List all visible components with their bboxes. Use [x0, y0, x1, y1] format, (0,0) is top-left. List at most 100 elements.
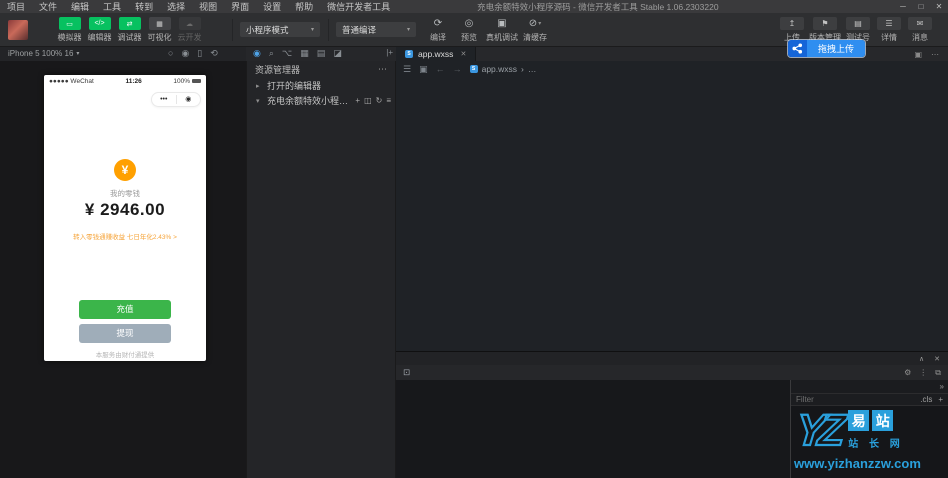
inspect-icon[interactable]: ◉ [253, 48, 261, 59]
inspect-element-icon[interactable]: ⊡ [403, 367, 410, 378]
back-icon[interactable]: ← [436, 64, 445, 74]
divider [232, 19, 233, 41]
document-icon[interactable]: ▤ [317, 48, 326, 59]
new-folder-icon[interactable]: ◫ [364, 96, 372, 105]
rotate-icon[interactable]: ⟲ [210, 48, 218, 59]
simulator-panel: ●●●●● WeChat 11:26 100% ••• ◉ ¥ 我的零钱 ¥ 2… [0, 61, 246, 478]
window-controls: ─ □ ✕ [894, 2, 948, 11]
split-editor-icon[interactable]: |+ [386, 48, 393, 57]
screenshot-icon[interactable]: ○ [168, 48, 173, 59]
toolbar-action[interactable]: ⊘ ▾ 清缓存 [521, 17, 549, 43]
toolbar-action[interactable]: ▣ 真机调试 [486, 17, 518, 43]
toolbar-action[interactable]: ☰ 详情 [875, 17, 903, 43]
mode-button-label: 编辑器 [87, 33, 112, 42]
upload-tooltip-label: 拖拽上传 [807, 40, 866, 57]
mode-button-label: 云开发 [177, 33, 202, 42]
watermark-logo: YZ [792, 405, 842, 456]
file-explorer: 资源管理器 ⋯ ▸ 打开的编辑器 ▾ 充电余额特效小程序源码 + ◫ ↻ ≡ [246, 61, 396, 478]
wallet-label: 我的零钱 [110, 189, 140, 198]
mode-button-label: 调试器 [117, 33, 142, 42]
eraser-icon[interactable]: ◪ [333, 48, 342, 59]
carrier-label: ●●●●● WeChat [49, 78, 94, 85]
hierarchy-icon[interactable]: ⌥ [282, 48, 292, 59]
exit-icon[interactable]: ◉ [177, 93, 201, 106]
filter-input[interactable]: Filter [796, 395, 814, 404]
withdraw-button[interactable]: 提现 [79, 324, 171, 343]
more-icon[interactable]: ⋯ [931, 50, 939, 59]
menu-item[interactable]: 转到 [128, 0, 160, 13]
compile-action-group: ⟳ 编译 ◎ 预览 ▣ 真机调试 ⊘ ▾ 清缓存 [424, 17, 549, 43]
close-tab-icon[interactable]: ✕ [460, 50, 466, 58]
grid-icon: ▦ [148, 17, 171, 30]
dock-side-icon[interactable]: ⧉ [935, 368, 941, 378]
tab-app-wxss[interactable]: S app.wxss ✕ [396, 47, 477, 61]
device-selector[interactable]: iPhone 5 100% 16 ▾ [8, 49, 79, 58]
kebab-menu-icon[interactable]: ⋮ [919, 368, 927, 378]
menu-item[interactable]: 界面 [224, 0, 256, 13]
menu-icon[interactable]: ☰ [403, 64, 411, 75]
toolbar-action[interactable]: ⟳ 编译 [424, 17, 452, 43]
avatar[interactable] [8, 20, 28, 40]
mode-button-group: ▭ 模拟器 </> 编辑器 ⇄ 调试器 ▦ 可视化 ☁ 云开发 [56, 17, 203, 43]
compile-select[interactable]: 普通编译 ▾ [336, 22, 416, 37]
maximize-icon[interactable]: □ [912, 2, 930, 11]
menu-item[interactable]: 设置 [256, 0, 288, 13]
mode-select[interactable]: 小程序模式 ▾ [240, 22, 320, 37]
layout-icon[interactable]: ▣ [914, 50, 922, 59]
mode-button[interactable]: ☁ 云开发 [176, 17, 203, 43]
watermark-block: 易 [848, 410, 870, 431]
mode-button-label: 可视化 [147, 33, 172, 42]
mode-button[interactable]: ⇄ 调试器 [116, 17, 143, 43]
upload-tooltip[interactable]: 拖拽上传 [788, 40, 866, 57]
chevron-down-icon: ▾ [406, 27, 410, 33]
toolbar-action[interactable]: ✉ 消息 [906, 17, 934, 43]
mode-button[interactable]: ▭ 模拟器 [56, 17, 83, 43]
menu-item[interactable]: 微信开发者工具 [320, 0, 397, 13]
bookmark-icon[interactable]: ▣ [419, 64, 428, 75]
project-root[interactable]: ▾ 充电余额特效小程序源码 + ◫ ↻ ≡ [247, 93, 395, 108]
menu-item[interactable]: 选择 [160, 0, 192, 13]
mode-button[interactable]: ▦ 可视化 [146, 17, 173, 43]
refresh-icon[interactable]: ↻ [376, 96, 383, 105]
chevron-down-icon: ▾ [76, 51, 80, 57]
device-frame-icon[interactable]: ▯ [197, 48, 202, 59]
eye-icon: ◎ [464, 18, 474, 29]
menu-item[interactable]: 文件 [32, 0, 64, 13]
recharge-button[interactable]: 充值 [79, 300, 171, 319]
collapse-panel-icon[interactable]: ∧ [919, 355, 924, 363]
settings-gear-icon[interactable]: ⚙ [904, 368, 911, 378]
menu-item[interactable]: 编辑 [64, 0, 96, 13]
menu-item[interactable]: 项目 [0, 0, 32, 13]
record-icon[interactable]: ◉ [181, 48, 189, 59]
grid-icon[interactable]: ▦ [300, 48, 309, 59]
close-panel-icon[interactable]: ✕ [934, 355, 940, 363]
search-icon[interactable]: ⌕ [269, 48, 274, 59]
minimize-icon[interactable]: ─ [894, 2, 912, 11]
toolbar-action[interactable]: ◎ 预览 [455, 17, 483, 43]
add-style-icon[interactable]: + [938, 395, 943, 404]
close-icon[interactable]: ✕ [930, 2, 948, 11]
window-title: 充电余额特效小程序源码 - 微信开发者工具 Stable 1.06.230322… [477, 1, 719, 12]
wallet-promo-link[interactable]: 转入零钱通赚收益 七日年化2.43% > [44, 231, 206, 241]
cls-toggle[interactable]: .cls [920, 395, 932, 404]
title-bar: 项目 文件 编辑 工具 转到 选择 视图 界面 设置 帮助 微信开发者工具 充电余额特效小程序源码 … [0, 0, 948, 13]
phone-screen: ●●●●● WeChat 11:26 100% ••• ◉ ¥ 我的零钱 ¥ 2… [44, 75, 206, 361]
inspector-toolbar: ◉ ⌕ ⌥ ▦ ▤ ◪ |+ [246, 47, 396, 61]
more-icon[interactable]: ⋯ [378, 64, 387, 75]
chevron-down-icon: ▾ [256, 97, 260, 105]
menu-item[interactable]: 工具 [96, 0, 128, 13]
wxml-element-tree[interactable] [396, 380, 790, 478]
new-file-icon[interactable]: + [355, 96, 360, 105]
more-icon[interactable]: ••• [152, 93, 176, 106]
collapse-icon[interactable]: ≡ [386, 96, 391, 105]
menu-item[interactable]: 帮助 [288, 0, 320, 13]
watermark-block: 站 [872, 410, 894, 431]
watermark-subtitle: 站 长 网 [848, 439, 904, 450]
mode-button[interactable]: </> 编辑器 [86, 17, 113, 43]
open-editors-section[interactable]: ▸ 打开的编辑器 [247, 78, 395, 93]
overflow-tabs-icon[interactable]: » [940, 382, 948, 391]
styles-pane: » Filter .cls + YZ 易 站 站 长 网 www.yizhanz… [790, 380, 948, 478]
menu-item[interactable]: 视图 [192, 0, 224, 13]
forward-icon[interactable]: → [453, 64, 462, 74]
menu-bar: 项目 文件 编辑 工具 转到 选择 视图 界面 设置 帮助 微信开发者工具 [0, 0, 397, 13]
